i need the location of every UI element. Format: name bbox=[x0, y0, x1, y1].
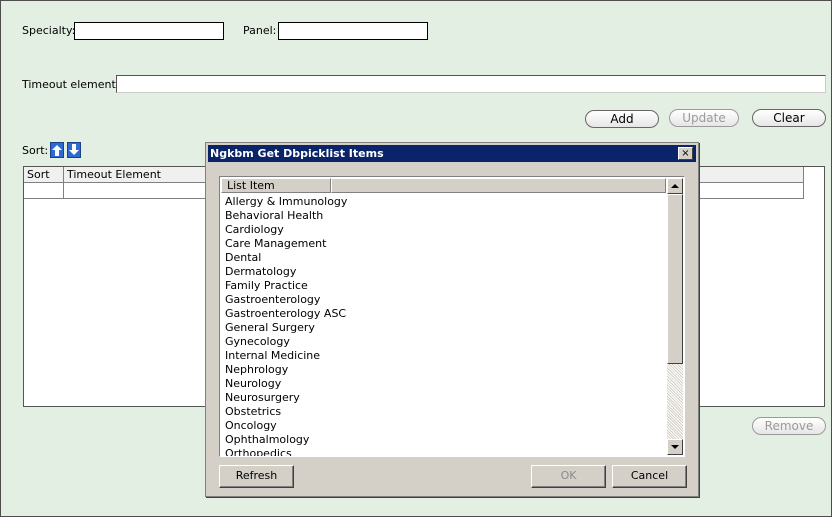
list-item[interactable]: Gastroenterology ASC bbox=[225, 307, 347, 321]
grid-row-cell[interactable] bbox=[24, 183, 64, 199]
arrow-up-icon bbox=[52, 145, 62, 156]
list-item[interactable]: General Surgery bbox=[225, 321, 347, 335]
list-item[interactable]: Behavioral Health bbox=[225, 209, 347, 223]
timeout-element-label: Timeout element: bbox=[22, 78, 120, 91]
list-item[interactable]: Neurosurgery bbox=[225, 391, 347, 405]
list-item[interactable]: Allergy & Immunology bbox=[225, 195, 347, 209]
vertical-scrollbar[interactable] bbox=[667, 178, 683, 455]
list-item[interactable]: Cardiology bbox=[225, 223, 347, 237]
picklist-dialog: Ngkbm Get Dbpicklist Items × List Item A… bbox=[205, 142, 699, 497]
list-item[interactable]: Nephrology bbox=[225, 363, 347, 377]
arrow-down-icon bbox=[69, 144, 79, 155]
grid-header-sort[interactable]: Sort bbox=[24, 167, 64, 183]
scroll-thumb[interactable] bbox=[667, 194, 683, 364]
specialty-label: Specialty: bbox=[22, 24, 76, 37]
list-item[interactable]: Internal Medicine bbox=[225, 349, 347, 363]
update-button[interactable]: Update bbox=[669, 109, 739, 127]
ok-button[interactable]: OK bbox=[531, 465, 606, 488]
list-item[interactable]: Orthopedics bbox=[225, 447, 347, 456]
list-item[interactable]: Neurology bbox=[225, 377, 347, 391]
add-button[interactable]: Add bbox=[585, 110, 659, 128]
list-item[interactable]: Family Practice bbox=[225, 279, 347, 293]
dialog-title: Ngkbm Get Dbpicklist Items bbox=[210, 147, 384, 160]
list-header-filler bbox=[331, 178, 666, 193]
list-item[interactable]: Gastroenterology bbox=[225, 293, 347, 307]
remove-button[interactable]: Remove bbox=[752, 417, 826, 435]
clear-button[interactable]: Clear bbox=[752, 109, 826, 127]
picklist-list[interactable]: List Item Allergy & Immunology Behavioral… bbox=[219, 176, 685, 457]
list-item[interactable]: Obstetrics bbox=[225, 405, 347, 419]
panel-field[interactable] bbox=[278, 22, 428, 40]
scroll-down-icon bbox=[671, 445, 679, 449]
scroll-down-button[interactable] bbox=[667, 439, 683, 455]
list-item[interactable]: Ophthalmology bbox=[225, 433, 347, 447]
list-item[interactable]: Dermatology bbox=[225, 265, 347, 279]
panel-label: Panel: bbox=[243, 24, 277, 37]
scroll-up-icon bbox=[671, 184, 679, 188]
list-items: Allergy & Immunology Behavioral Health Car… bbox=[225, 195, 347, 456]
cancel-button[interactable]: Cancel bbox=[612, 465, 687, 488]
scroll-up-button[interactable] bbox=[667, 178, 683, 194]
list-item-column-header[interactable]: List Item bbox=[221, 178, 331, 193]
specialty-field[interactable] bbox=[74, 22, 224, 40]
list-item[interactable]: Dental bbox=[225, 251, 347, 265]
dialog-titlebar[interactable]: Ngkbm Get Dbpicklist Items × bbox=[208, 145, 696, 162]
refresh-button[interactable]: Refresh bbox=[219, 465, 294, 488]
timeout-element-field[interactable] bbox=[116, 75, 826, 93]
list-item[interactable]: Care Management bbox=[225, 237, 347, 251]
close-icon[interactable]: × bbox=[678, 147, 693, 160]
sort-up-button[interactable] bbox=[50, 142, 64, 158]
list-item[interactable]: Oncology bbox=[225, 419, 347, 433]
sort-down-button[interactable] bbox=[67, 142, 81, 158]
sort-label: Sort: bbox=[22, 144, 49, 157]
list-item[interactable]: Gynecology bbox=[225, 335, 347, 349]
scroll-track[interactable] bbox=[667, 364, 683, 439]
